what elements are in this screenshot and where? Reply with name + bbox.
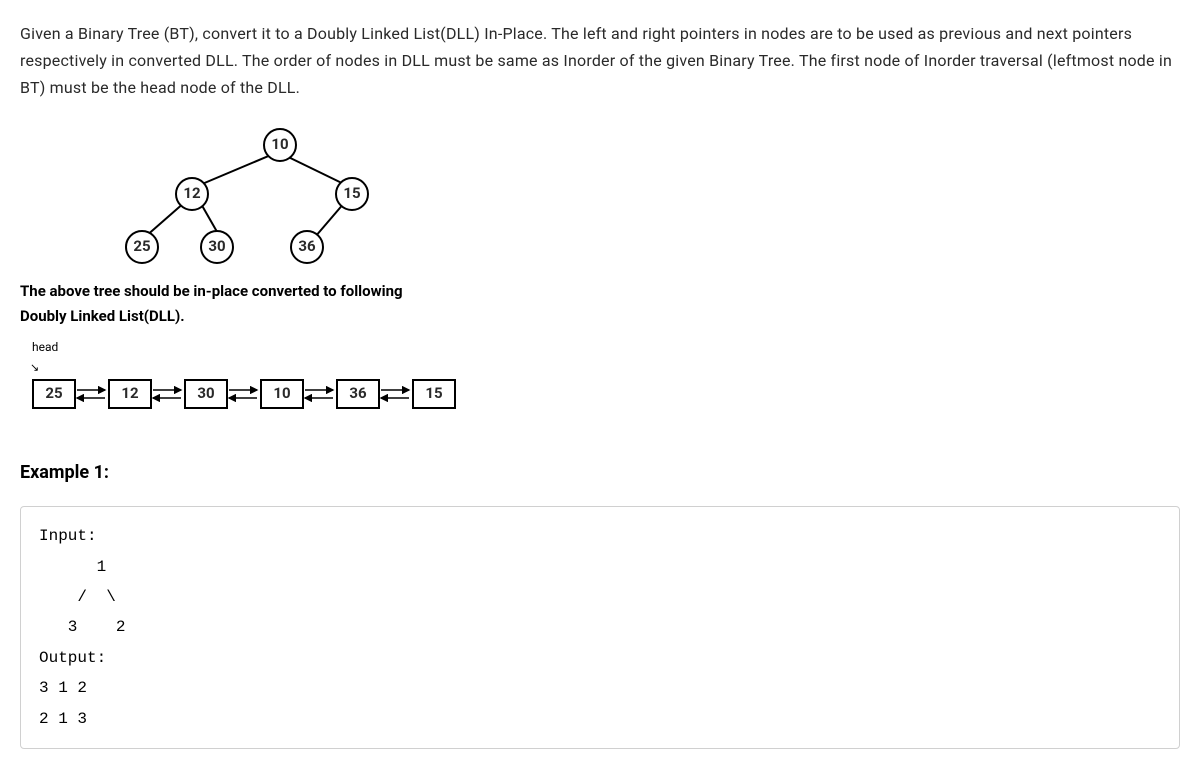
- tree-diagram: 10 12 15 25 30 36: [20, 122, 1180, 272]
- head-arrow-icon: ↘: [30, 359, 1178, 378]
- caption-line2: Doubly Linked List(DLL).: [20, 307, 1180, 327]
- dll-node: 15: [412, 379, 456, 409]
- caption-line1: The above tree should be in-place conver…: [20, 282, 1180, 302]
- dll-node: 12: [108, 379, 152, 409]
- dll-node: 30: [184, 379, 228, 409]
- tree-node-left: 12: [175, 177, 209, 211]
- dll-node: 25: [32, 379, 76, 409]
- dll-node: 36: [336, 379, 380, 409]
- example-code-block: Input: 1 / \ 3 2 Output: 3 1 2 2 1 3: [20, 506, 1180, 749]
- dll-diagram: 25 12 30 10 36 15: [20, 378, 1180, 418]
- tree-node-root: 10: [263, 128, 297, 162]
- problem-description: Given a Binary Tree (BT), convert it to …: [20, 20, 1180, 102]
- dll-node: 10: [260, 379, 304, 409]
- tree-node-leftleft: 25: [125, 230, 159, 264]
- tree-node-right: 15: [335, 177, 369, 211]
- example-heading: Example 1:: [20, 458, 1180, 489]
- tree-node-rightleft: 36: [290, 230, 324, 264]
- head-label: head ↘: [32, 337, 1180, 376]
- tree-node-leftright: 30: [200, 230, 234, 264]
